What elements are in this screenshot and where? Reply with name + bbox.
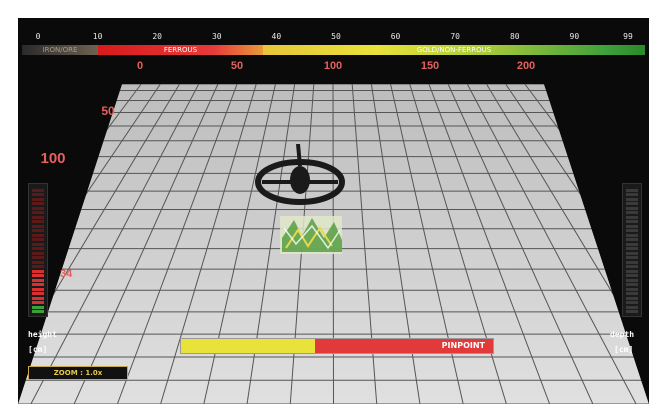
meter-segment [32,211,44,214]
meter-segment [626,233,638,237]
scale-number: 50 [331,32,341,41]
meter-segment [626,260,638,264]
meter-segment [626,215,638,219]
meter-segment [626,274,638,277]
distance-label-200: 200 [516,60,536,72]
scale-number: 90 [569,32,580,41]
meter-segment [32,193,44,196]
meter-segment [32,215,44,219]
meter-segment [626,202,638,205]
meter-segment [626,301,638,304]
distance-label-150: 150 [420,60,440,72]
scale-number: 30 [211,32,222,41]
height-meter [28,183,48,317]
meter-segment [32,233,44,237]
meter-segment [32,310,44,313]
scale-number: 10 [92,32,103,41]
scale-number: 0 [35,32,41,41]
meter-segment [32,260,44,264]
meter-segment [626,193,638,196]
meter-segment [32,292,44,295]
meter-segment [626,238,638,241]
scale-number: 70 [450,32,460,41]
discrimination-scale-numbers: 0 10 20 30 40 50 60 70 80 90 99 [18,32,649,44]
depth-unit: [cm] [614,345,634,354]
meter-segment [626,211,638,214]
scale-number: 60 [390,32,401,41]
meter-segment [32,301,44,304]
meter-segment [32,206,44,210]
scale-number: 99 [623,32,633,41]
meter-segment [32,197,44,201]
meter-segment [32,269,44,273]
meter-segment [626,265,638,268]
meter-segment [32,265,44,268]
meter-segment [626,229,638,232]
pinpoint-bar: PINPOINT [180,338,494,354]
depth-label: depth [610,330,635,339]
distance-label-side-100: 100 [40,150,66,167]
meter-segment [32,278,44,282]
scale-number: 20 [152,32,163,41]
meter-segment [32,305,44,309]
zone-iron: IRON/ORE [22,45,98,55]
zoom-indicator[interactable]: ZOOM : 1.0x [28,366,128,380]
detector-display: 0 10 20 30 40 50 60 70 80 90 99 IRON/ORE FERROUS G… [18,18,649,404]
meter-segment [32,220,44,223]
meter-segment [32,287,44,291]
meter-segment [32,242,44,246]
search-coil-icon [255,144,345,205]
meter-segment [626,242,638,246]
target-object-icon [280,216,342,254]
meter-segment [626,310,638,313]
meter-segment [626,224,638,228]
meter-segment [626,287,638,291]
distance-label-100: 100 [323,60,343,72]
height-unit: [cm] [28,345,48,354]
meter-segment [32,283,44,286]
pinpoint-label: PINPOINT [441,341,485,350]
meter-segment [626,283,638,286]
depth-meter [622,183,642,317]
distance-label-50: 50 [230,60,244,72]
distance-label-side-50: 50 [101,104,115,118]
meter-segment [32,224,44,228]
meter-segment [626,269,638,273]
meter-segment [626,206,638,210]
meter-segment [32,256,44,259]
meter-segment [626,278,638,282]
meter-segment [32,247,44,250]
meter-segment [32,202,44,205]
meter-segment [32,238,44,241]
meter-segment [626,247,638,250]
height-value: 34 [60,268,73,280]
scale-number: 40 [271,32,282,41]
pinpoint-fill [181,339,316,353]
meter-segment [626,305,638,309]
zone-ferrous: FERROUS [98,45,263,55]
meter-segment [626,292,638,295]
discrimination-scale-bar: IRON/ORE FERROUS GOLD/NON-FERROUS [22,45,645,55]
meter-segment [32,251,44,255]
meter-segment [32,188,44,192]
zone-gold-nonferrous: GOLD/NON-FERROUS [263,45,645,55]
meter-segment [626,220,638,223]
scale-number: 80 [509,32,520,41]
meter-segment [626,296,638,300]
meter-segment [32,274,44,277]
meter-segment [626,256,638,259]
meter-segment [626,188,638,192]
distance-label-0: 0 [136,60,144,72]
meter-segment [32,229,44,232]
meter-segment [32,296,44,300]
height-label: height [28,330,57,339]
meter-segment [626,197,638,201]
screenshot-frame: 0 10 20 30 40 50 60 70 80 90 99 IRON/ORE FERROUS G… [0,0,659,414]
meter-segment [626,251,638,255]
